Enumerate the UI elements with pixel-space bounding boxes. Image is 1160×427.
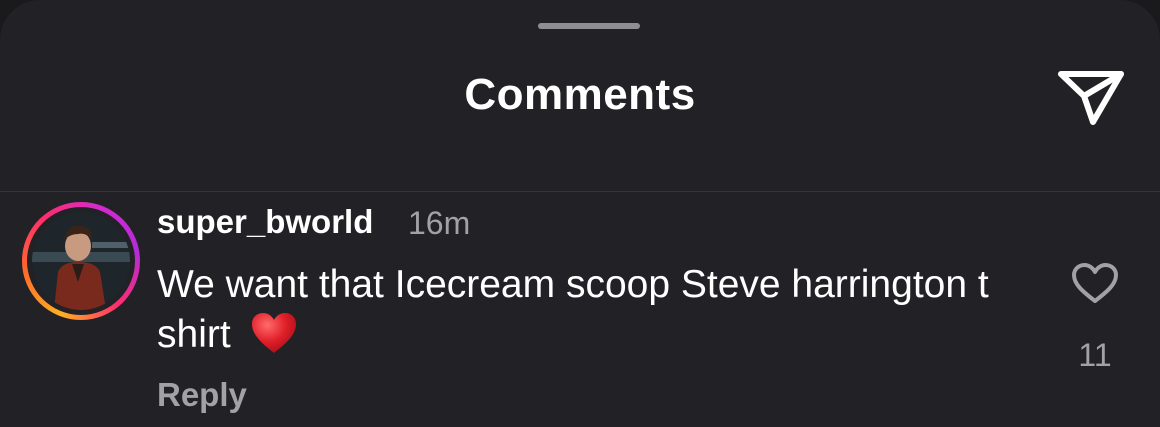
red-heart-emoji [250, 311, 298, 368]
header-divider [0, 191, 1160, 192]
share-button[interactable] [1053, 62, 1129, 132]
avatar-story-ring[interactable] [22, 202, 140, 320]
comment-username[interactable]: super_bworld [157, 203, 373, 241]
avatar [32, 212, 130, 310]
heart-outline-icon [1072, 263, 1118, 303]
sheet-grabber[interactable] [538, 23, 640, 29]
reply-button[interactable]: Reply [157, 376, 247, 414]
like-count: 11 [1078, 337, 1112, 373]
comment-text: We want that Icecream scoop Steve harrin… [157, 260, 1017, 368]
comment-timestamp: 16m [408, 205, 471, 241]
paper-plane-icon [1058, 71, 1124, 125]
comments-sheet: Comments super_bworld 16m We want that I… [0, 0, 1160, 427]
page-title: Comments [464, 70, 696, 119]
like-button[interactable] [1070, 261, 1120, 305]
